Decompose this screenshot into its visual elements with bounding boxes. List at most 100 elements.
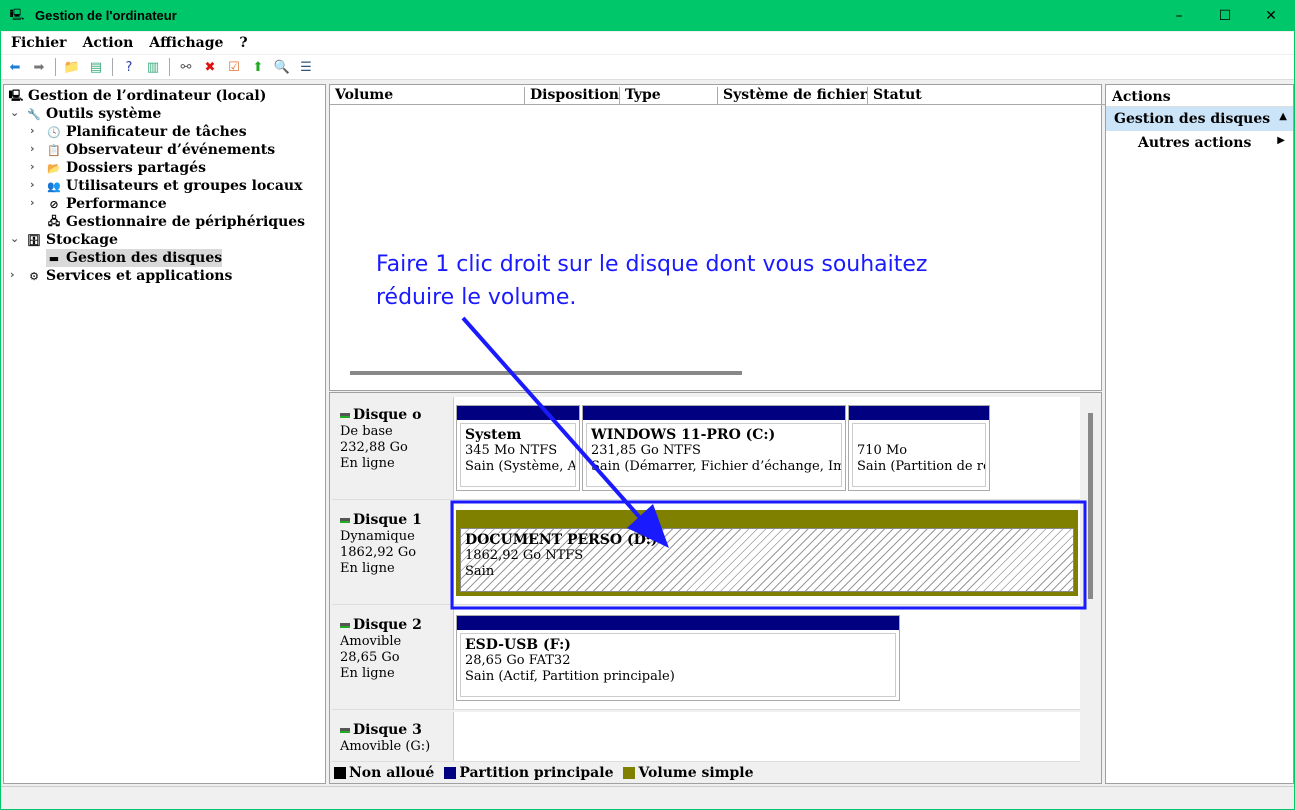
disk-row[interactable]: Disque 3 Amovible (G:) [332, 712, 1080, 762]
disk-row[interactable]: Disque 2 Amovible 28,65 Go En ligne ESD-USB … [332, 607, 1080, 710]
partition-size: 1862,92 Go NTFS [465, 548, 584, 563]
shared-folder-icon: 📂 [47, 161, 61, 175]
expand-chevron-icon[interactable]: › [30, 178, 35, 191]
partition[interactable]: ESD-USB (F:) 28,65 Go FAT32 Sain (Actif, P… [456, 615, 900, 701]
tree-item-label: Performance [66, 196, 167, 212]
partition[interactable]: WINDOWS 11-PRO (C:) 231,85 Go NTFS Sain (D… [582, 405, 846, 491]
tree-item-label: Services et applications [46, 268, 233, 284]
tree-item-label: Planificateur de tâches [66, 124, 247, 140]
tree-item[interactable]: 🔧 Outils système [26, 105, 161, 123]
disk-size: 1862,92 Go [340, 545, 417, 560]
disk-row[interactable]: Disque o De base 232,88 Go En ligne System 34… [332, 397, 1080, 500]
help-icon[interactable]: ? [119, 57, 139, 77]
column-header[interactable]: Système de fichiers [718, 87, 868, 105]
tree-item[interactable]: ⚙ Services et applications [26, 267, 232, 285]
expand-chevron-icon[interactable]: › [30, 196, 35, 209]
menu-action[interactable]: Action [83, 35, 134, 51]
annotation-line-1: Faire 1 clic droit sur le disque dont vo… [376, 252, 928, 277]
disk-graphical-view: Non alloué Partition principale Volume sim… [329, 392, 1102, 784]
minimize-button[interactable]: – [1156, 0, 1202, 31]
table-row[interactable]: DOCUMENT PERSO (D:)SimpleDynamiqueNTFSSa… [330, 123, 1101, 140]
legend-label: Non alloué [349, 765, 435, 781]
maximize-button[interactable]: ☐ [1202, 0, 1248, 31]
partition[interactable]: DOCUMENT PERSO (D:) 1862,92 Go NTFS Sain [456, 510, 1078, 596]
toolbar: ⬅ ➡ 📁 ▤? ▥ ⚯ ✖ ☑ ⬆ 🔍 ☰ [1, 55, 1294, 80]
legend: Non alloué Partition principale Volume sim… [334, 765, 758, 781]
tree-item[interactable]: 🖳 Gestion de l’ordinateur (local) [8, 87, 267, 105]
performance-icon: ⊘ [49, 197, 59, 211]
expand-chevron-icon[interactable]: ⌄ [10, 106, 19, 119]
partition-size: 710 Mo [857, 443, 908, 458]
table-row[interactable]: WINDOWS 11-PRO (C:)SimpleDe baseNTFSSain… [330, 174, 1101, 191]
partition-title: System [465, 427, 522, 443]
show-hide-action-icon[interactable]: ▥ [143, 57, 163, 77]
column-header[interactable]: Statut [868, 87, 1108, 105]
menu-help[interactable]: ? [239, 35, 247, 51]
status-bar [1, 786, 1294, 809]
column-header[interactable]: Disposition [525, 87, 620, 105]
services-icon: ⚙ [29, 269, 39, 283]
tree-item-label: Dossiers partagés [66, 160, 206, 176]
expand-chevron-icon[interactable]: › [30, 142, 35, 155]
partition-title: ESD-USB (F:) [465, 637, 571, 653]
show-hide-tree-icon[interactable]: ▤ [86, 57, 106, 77]
expand-chevron-icon[interactable]: › [30, 160, 35, 173]
partition-status: Sain (Démarrer, Fichier d’échange, Image… [591, 459, 841, 474]
disk-row[interactable]: Disque 1 Dynamique 1862,92 Go En ligne DOCUM… [332, 502, 1080, 605]
expand-chevron-icon[interactable]: › [10, 268, 15, 281]
disk-type: De base [340, 424, 393, 439]
disk-label[interactable]: Disque 1 Dynamique 1862,92 Go En ligne [332, 502, 454, 604]
list-icon[interactable]: ☰ [296, 57, 316, 77]
partition-size: 231,85 Go NTFS [591, 443, 701, 458]
partition-bar [457, 406, 579, 420]
legend-swatch [334, 767, 346, 779]
partition-bar [849, 406, 989, 420]
up-folder-icon[interactable]: 📁 [62, 57, 82, 77]
tree-item[interactable]: ▬ Gestion des disques [46, 249, 223, 267]
table-row[interactable]: SystemSimpleDe baseNTFSSain (Système, Ac… [330, 157, 1101, 174]
event-viewer-icon: 📋 [47, 143, 61, 157]
table-row[interactable]: ESD-USB (F:)SimpleDe baseFAT32Sain (Acti… [330, 140, 1101, 157]
partition[interactable]: System345 Mo NTFSSain (Système, Actif, P… [456, 405, 580, 491]
tree-item[interactable]: 🗄 Stockage [26, 231, 118, 249]
delete-icon[interactable]: ✖ [200, 57, 220, 77]
disk-type: Amovible [340, 634, 402, 649]
back-icon[interactable]: ⬅ [5, 57, 25, 77]
partition[interactable]: 710 MoSain (Partition de récupération) [848, 405, 990, 491]
disk-label[interactable]: Disque 3 Amovible (G:) [332, 712, 454, 761]
disk-type: Amovible (G:) [340, 739, 431, 754]
tree-item[interactable]: 📋 Observateur d’événements [46, 141, 275, 159]
legend-label: Volume simple [638, 765, 754, 781]
title-bar: 🖳 Gestion de l'ordinateur – ☐ ✕ [1, 0, 1294, 31]
horizontal-scrollbar[interactable] [350, 371, 742, 375]
disk-name-text: Disque 3 [353, 722, 422, 738]
disk-label[interactable]: Disque o De base 232,88 Go En ligne [332, 397, 454, 499]
vertical-scrollbar[interactable] [1088, 413, 1093, 599]
disk-icon [340, 518, 350, 523]
menu-fichier[interactable]: Fichier [11, 35, 67, 51]
other-actions-item[interactable]: Autres actions ▶ [1106, 131, 1293, 155]
search-icon[interactable]: 🔍 [272, 57, 292, 77]
column-header[interactable]: Type [620, 87, 718, 105]
tree-item[interactable]: 🕓 Planificateur de tâches [46, 123, 247, 141]
connect-icon[interactable]: ⚯ [176, 57, 196, 77]
expand-chevron-icon[interactable]: ⌄ [10, 232, 19, 245]
table-row[interactable]: (Disque o partition 3)SimpleDe baseSain … [330, 106, 1101, 123]
export-icon[interactable]: ⬆ [248, 57, 268, 77]
tree-item[interactable]: 🖧 Gestionnaire de périphériques [46, 213, 305, 231]
tree-item[interactable]: 👥 Utilisateurs et groupes locaux [46, 177, 302, 195]
tools-icon: 🔧 [27, 107, 41, 121]
disk-name-text: Disque 1 [353, 512, 422, 528]
column-header[interactable]: Volume [330, 87, 525, 105]
partition-body: DOCUMENT PERSO (D:) 1862,92 Go NTFS Sain [460, 528, 1074, 592]
actions-section-disk-management[interactable]: Gestion des disques ▲ [1106, 107, 1293, 131]
forward-icon[interactable]: ➡ [29, 57, 49, 77]
expand-chevron-icon[interactable]: › [30, 124, 35, 137]
menu-affichage[interactable]: Affichage [149, 35, 223, 51]
toolbar-separator [112, 58, 113, 76]
tree-item[interactable]: ⊘ Performance [46, 195, 167, 213]
properties-icon[interactable]: ☑ [224, 57, 244, 77]
disk-label[interactable]: Disque 2 Amovible 28,65 Go En ligne [332, 607, 454, 709]
close-button[interactable]: ✕ [1248, 0, 1294, 31]
tree-item[interactable]: 📂 Dossiers partagés [46, 159, 206, 177]
